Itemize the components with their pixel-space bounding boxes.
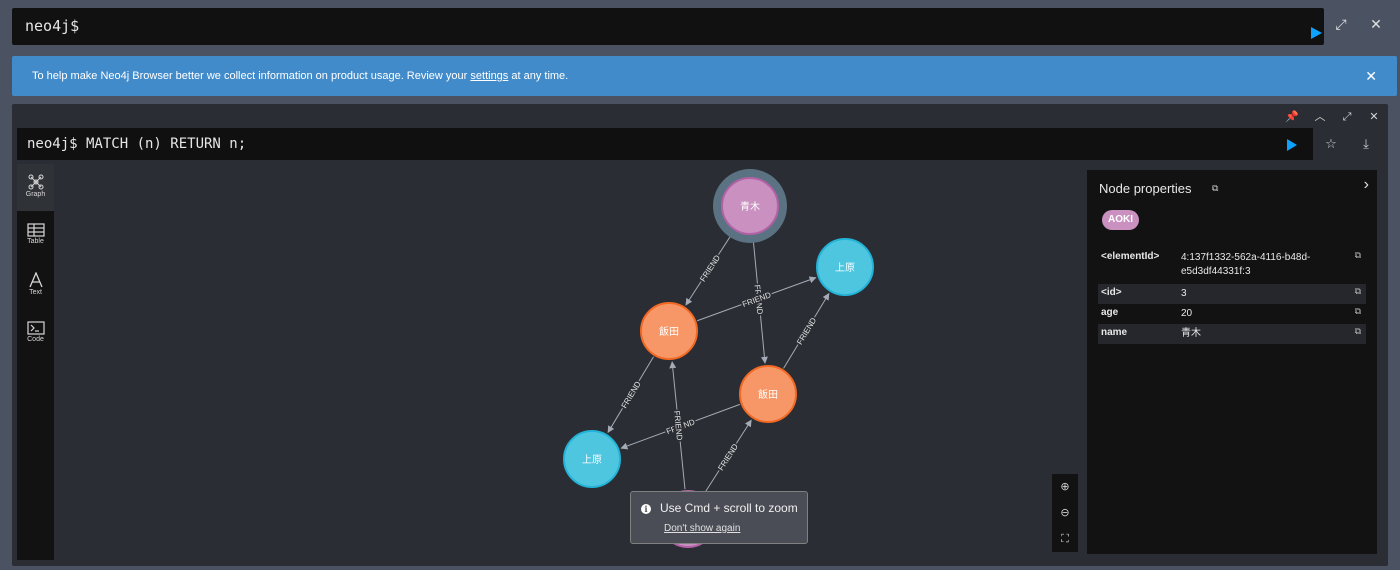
- property-value: 4:137f1332-562a-4116-b48d-e5d3df44331f:3: [1181, 252, 1311, 277]
- zoom-tooltip: i Use Cmd + scroll to zoom Don't show ag…: [630, 491, 808, 544]
- property-value: 青木: [1181, 328, 1201, 339]
- tab-table-label: Table: [27, 238, 44, 245]
- property-key: <id>: [1101, 287, 1122, 298]
- graph-visualization[interactable]: FRIENDFRIENDFRIENDFRIENDFRIENDFRIENDFRIE…: [54, 164, 1083, 560]
- top-editor-prompt: neo4j$: [25, 17, 80, 35]
- expand-icon[interactable]: ⤢: [1333, 16, 1349, 32]
- view-tabs: Graph Table Text Code: [17, 164, 54, 560]
- property-value: 3: [1181, 288, 1187, 299]
- table-icon: [26, 223, 45, 237]
- code-icon: [26, 321, 45, 335]
- copy-icon[interactable]: ⧉: [1355, 326, 1361, 337]
- relationship-label: FRIEND: [716, 442, 740, 472]
- graph-node-label: 飯田: [659, 325, 679, 338]
- banner-settings-link[interactable]: settings: [470, 70, 508, 82]
- tab-code-label: Code: [27, 336, 44, 343]
- tab-text-label: Text: [29, 289, 42, 296]
- relationship-label: FRIEND: [620, 380, 643, 410]
- copy-icon[interactable]: ⧉: [1212, 183, 1218, 194]
- close-icon[interactable]: ✕: [1368, 16, 1384, 32]
- text-icon: [28, 272, 43, 288]
- zoom-controls: ⊕ ⊖ ⛶: [1052, 474, 1078, 552]
- property-row: age 20 ⧉: [1098, 304, 1366, 324]
- graph-node-label: 上原: [835, 262, 855, 274]
- pin-icon[interactable]: 📌: [1285, 110, 1299, 124]
- tab-code[interactable]: Code: [17, 311, 54, 358]
- tab-graph[interactable]: Graph: [17, 164, 54, 211]
- zoom-out-icon[interactable]: ⊖: [1052, 500, 1078, 526]
- frame-query-text: neo4j$ MATCH (n) RETURN n;: [27, 136, 247, 152]
- graph-canvas[interactable]: FRIENDFRIENDFRIENDFRIENDFRIENDFRIENDFRIE…: [54, 164, 1083, 560]
- zoom-in-icon[interactable]: ⊕: [1052, 474, 1078, 500]
- property-value: 20: [1181, 308, 1193, 319]
- dont-show-again-link[interactable]: Don't show again: [664, 523, 740, 534]
- usage-banner: To help make Neo4j Browser better we col…: [12, 56, 1397, 96]
- property-row: name 青木 ⧉: [1098, 324, 1366, 344]
- property-key: <elementId>: [1101, 251, 1160, 262]
- info-icon: i: [641, 504, 651, 514]
- tab-table[interactable]: Table: [17, 213, 54, 260]
- relationship-label: FRIEND: [795, 316, 818, 346]
- favorite-star-icon[interactable]: ☆: [1322, 135, 1340, 153]
- graph-node-label: 上原: [582, 454, 602, 466]
- banner-text: To help make Neo4j Browser better we col…: [32, 70, 569, 82]
- tab-text[interactable]: Text: [17, 262, 54, 309]
- copy-icon[interactable]: ⧉: [1355, 250, 1361, 261]
- graph-icon: [28, 174, 43, 190]
- graph-node-label: 青木: [740, 200, 760, 213]
- download-icon[interactable]: ⤓: [1357, 135, 1375, 153]
- graph-node-label: 飯田: [758, 388, 778, 401]
- top-query-editor[interactable]: neo4j$: [12, 8, 1324, 45]
- frame-run-button[interactable]: [1287, 139, 1297, 151]
- properties-table: <elementId> 4:137f1332-562a-4116-b48d-e5…: [1098, 248, 1366, 344]
- node-properties-panel: Node properties ⧉ › AOKI <elementId> 4:1…: [1087, 170, 1377, 554]
- relationship-label: FRIEND: [672, 410, 684, 441]
- banner-close-icon[interactable]: ✕: [1365, 68, 1377, 85]
- fullscreen-icon[interactable]: ⤢: [1340, 110, 1354, 124]
- property-key: name: [1101, 327, 1128, 338]
- tab-graph-label: Graph: [25, 191, 46, 198]
- frame-query-editor[interactable]: neo4j$ MATCH (n) RETURN n;: [17, 128, 1313, 160]
- chevron-right-icon[interactable]: ›: [1364, 176, 1369, 194]
- zoom-tooltip-text: Use Cmd + scroll to zoom: [660, 501, 798, 515]
- relationship-label: FRIEND: [698, 253, 722, 283]
- collapse-frame-icon[interactable]: ︿: [1313, 110, 1327, 124]
- property-key: age: [1101, 307, 1119, 318]
- property-row: <id> 3 ⧉: [1098, 284, 1366, 304]
- fit-to-screen-icon[interactable]: ⛶: [1052, 526, 1078, 552]
- copy-icon[interactable]: ⧉: [1355, 286, 1361, 297]
- result-frame: 📌 ︿ ⤢ ✕ neo4j$ MATCH (n) RETURN n; ☆ ⤓ G…: [12, 104, 1388, 566]
- node-label-chip[interactable]: AOKI: [1102, 210, 1139, 230]
- copy-icon[interactable]: ⧉: [1355, 306, 1361, 317]
- inspector-title: Node properties: [1099, 181, 1192, 196]
- top-run-button[interactable]: [1311, 27, 1322, 39]
- property-row: <elementId> 4:137f1332-562a-4116-b48d-e5…: [1098, 248, 1366, 284]
- close-frame-icon[interactable]: ✕: [1367, 110, 1381, 124]
